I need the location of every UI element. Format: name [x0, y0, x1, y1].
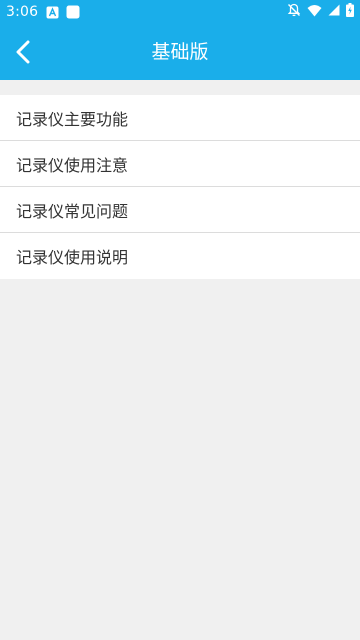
menu-item-usage-notes[interactable]: 记录仪使用注意: [0, 141, 360, 187]
back-button[interactable]: [4, 32, 44, 72]
app-bar: 基础版: [0, 24, 360, 80]
menu-list: 记录仪主要功能 记录仪使用注意 记录仪常见问题 记录仪使用说明: [0, 95, 360, 279]
battery-charging-icon: [346, 3, 354, 21]
android-debug-icon: [45, 5, 59, 19]
wifi-icon: [307, 4, 322, 21]
menu-item-main-functions[interactable]: 记录仪主要功能: [0, 95, 360, 141]
cell-signal-icon: [328, 4, 340, 20]
menu-item-instructions[interactable]: 记录仪使用说明: [0, 233, 360, 279]
status-bar: 3:06: [0, 0, 360, 24]
status-bar-right: [287, 3, 354, 21]
menu-item-faq[interactable]: 记录仪常见问题: [0, 187, 360, 233]
notifications-off-icon: [287, 3, 301, 21]
status-bar-left: 3:06: [6, 4, 80, 20]
page-title: 基础版: [151, 41, 209, 63]
chevron-left-icon: [16, 40, 30, 64]
app-notification-icon: [66, 5, 80, 19]
status-time: 3:06: [6, 4, 39, 20]
